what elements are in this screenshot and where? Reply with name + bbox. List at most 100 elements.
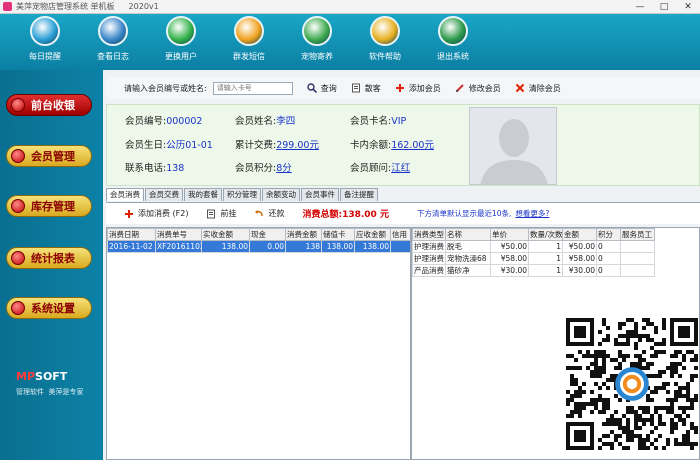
column-header[interactable]: 名称 <box>445 228 491 241</box>
brand-logo-soft: SOFT <box>35 370 68 383</box>
sidebar-item-cashier[interactable]: 前台收银 <box>6 94 92 116</box>
member-spent-value[interactable]: 299.00元 <box>276 140 319 151</box>
avatar-icon <box>470 108 556 184</box>
add-consume-label: 添加消费 (F2) <box>138 209 189 218</box>
pencil-icon <box>455 84 464 92</box>
field-key: 会员顾问: <box>350 163 392 174</box>
table-row[interactable]: 2016-11-02 10XF20161102000138.000.001381… <box>107 240 410 253</box>
table-header-row: 消费类型 名称 单价 数量/次数 金额 积分 服务员工 <box>412 228 655 241</box>
repay-button[interactable]: 还款 <box>254 208 284 219</box>
column-header[interactable]: 金额 <box>562 228 597 241</box>
close-button[interactable]: ✕ <box>676 0 700 14</box>
tab-packages[interactable]: 我的套餐 <box>184 188 222 201</box>
column-header[interactable]: 消费单号 <box>155 228 202 241</box>
sms-icon <box>234 16 264 46</box>
member-phone-field: 联系电话:138 <box>125 160 184 174</box>
member-balance-value[interactable]: 162.00元 <box>391 140 434 151</box>
tab-events[interactable]: 会员事件 <box>301 188 339 201</box>
maximize-button[interactable]: □ <box>652 0 676 14</box>
table-cell <box>620 240 655 253</box>
tab-payments[interactable]: 会员交费 <box>145 188 183 201</box>
member-info-panel: 会员编号:000002 会员姓名:李四 会员卡名:VIP 会员生日:公历01-0… <box>106 104 700 186</box>
table-cell: ¥50.00 <box>562 240 597 253</box>
field-key: 累计交费: <box>235 140 277 151</box>
power-icon <box>438 16 468 46</box>
table-cell <box>620 252 655 265</box>
column-header[interactable]: 实收金额 <box>201 228 250 241</box>
house-icon <box>302 16 332 46</box>
query-button[interactable]: 查询 <box>307 83 337 94</box>
member-photo[interactable] <box>469 107 557 185</box>
table-header-row: 消费日期 消费单号 实收金额 现金 消费金额 储值卡 应收金额 信用 <box>107 228 410 241</box>
undo-icon <box>255 209 264 216</box>
table-cell: 138.00 <box>321 240 355 253</box>
table-cell: ¥30.00 <box>490 264 529 277</box>
app-icon <box>3 2 12 11</box>
member-name-value: 李四 <box>276 116 296 127</box>
toolbar-daily-reminder-button[interactable]: 每日提醒 <box>14 16 76 62</box>
sidebar-item-members[interactable]: 会员管理 <box>6 145 92 167</box>
toolbar-exit-button[interactable]: 退出系统 <box>422 16 484 62</box>
column-header[interactable]: 储值卡 <box>321 228 355 241</box>
sidebar-item-inventory[interactable]: 库存管理 <box>6 195 92 217</box>
toolbar-pet-boarding-button[interactable]: 宠物寄养 <box>286 16 348 62</box>
column-header[interactable]: 信用 <box>390 228 410 241</box>
clear-member-button[interactable]: 清除会员 <box>515 83 561 94</box>
walk-in-button[interactable]: 散客 <box>351 83 381 94</box>
member-id-field: 会员编号:000002 <box>125 113 202 127</box>
tab-balance-change[interactable]: 余额变动 <box>262 188 300 201</box>
toolbar-sms-button[interactable]: 群发短信 <box>218 16 280 62</box>
bullet-icon <box>11 251 25 265</box>
column-header[interactable]: 数量/次数 <box>528 228 563 241</box>
consume-records-table: 消费日期消费单号实收金额现金消费金额储值卡应收金额信用 2016-11-02 1… <box>106 227 411 460</box>
tab-consumption[interactable]: 会员消费 <box>106 188 144 201</box>
column-header[interactable]: 消费日期 <box>107 228 156 241</box>
plus-icon <box>395 84 404 92</box>
member-tabs: 会员消费 会员交费 我的套餐 积分管理 余额变动 会员事件 备注提醒 <box>106 188 379 201</box>
sidebar-item-label: 会员管理 <box>31 150 75 163</box>
document-icon <box>351 83 360 93</box>
sidebar-item-label: 库存管理 <box>31 200 75 213</box>
tab-reminders[interactable]: 备注提醒 <box>340 188 378 201</box>
sidebar-item-reports[interactable]: 统计报表 <box>6 247 92 269</box>
toolbar-help-button[interactable]: 软件帮助 <box>354 16 416 62</box>
toolbar-label: 查看日志 <box>97 52 129 61</box>
member-balance-field: 卡内余额:162.00元 <box>350 137 434 151</box>
toolbar-label: 软件帮助 <box>369 52 401 61</box>
sidebar-item-settings[interactable]: 系统设置 <box>6 297 92 319</box>
list-hint: 下方清单默认显示最近10条, 想看更多? <box>417 208 549 219</box>
column-header[interactable]: 应收金额 <box>354 228 391 241</box>
consume-detail-table: 消费类型 名称 单价 数量/次数 金额 积分 服务员工 护理消费 脱毛 ¥50.00 1 ¥50.0… <box>411 227 700 460</box>
field-key: 会员积分: <box>235 163 277 174</box>
toolbar-switch-user-button[interactable]: 更换用户 <box>150 16 212 62</box>
consume-action-bar: 添加消费 (F2) 前挂 还款 消费总额:138.00 元 下方清单默认显示最近… <box>106 202 700 224</box>
tab-points[interactable]: 积分管理 <box>223 188 261 201</box>
table-cell: 1 <box>528 240 563 253</box>
column-header[interactable]: 消费金额 <box>285 228 322 241</box>
see-more-link[interactable]: 想看更多? <box>515 209 549 218</box>
edit-member-button[interactable]: 修改会员 <box>455 83 501 94</box>
toolbar-label: 群发短信 <box>233 52 265 61</box>
member-advisor-value[interactable]: 江红 <box>391 163 410 174</box>
table-cell: ¥50.00 <box>490 240 529 253</box>
column-header[interactable]: 单价 <box>490 228 529 241</box>
sidebar-item-label: 系统设置 <box>31 302 75 315</box>
member-points-field: 会员积分:8分 <box>235 160 292 174</box>
table-row[interactable]: 产品消费 猫砂净 ¥30.00 1 ¥30.00 0 <box>412 264 655 277</box>
table-row[interactable]: 护理消费 宠物洗澡68 ¥58.00 1 ¥58.00 0 <box>412 252 655 265</box>
hang-bill-button[interactable]: 前挂 <box>206 208 236 219</box>
column-header[interactable]: 服务员工 <box>620 228 655 241</box>
column-header[interactable]: 消费类型 <box>412 228 446 241</box>
add-consume-button[interactable]: 添加消费 (F2) <box>124 208 188 219</box>
table-row[interactable]: 护理消费 脱毛 ¥50.00 1 ¥50.00 0 <box>412 240 655 253</box>
column-header[interactable]: 积分 <box>596 228 621 241</box>
member-spent-field: 累计交费:299.00元 <box>235 137 319 151</box>
minimize-button[interactable]: — <box>628 0 652 14</box>
toolbar-label: 退出系统 <box>437 52 469 61</box>
add-member-button[interactable]: 添加会员 <box>395 83 441 94</box>
toolbar-view-log-button[interactable]: 查看日志 <box>82 16 144 62</box>
column-header[interactable]: 现金 <box>249 228 286 241</box>
table-cell: ¥58.00 <box>490 252 529 265</box>
card-number-input[interactable] <box>212 81 293 95</box>
member-points-value[interactable]: 8分 <box>276 163 292 174</box>
